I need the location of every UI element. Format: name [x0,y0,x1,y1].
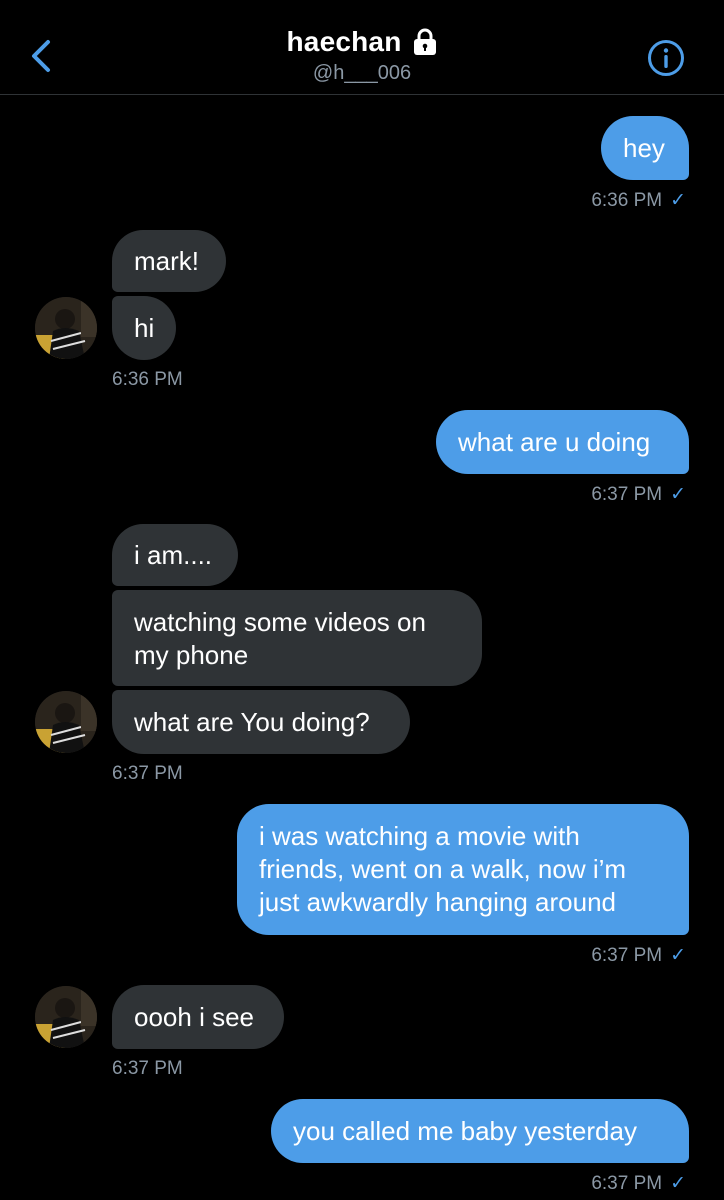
message-timestamp: 6:37 PM [112,1058,183,1079]
contact-handle: @h___006 [312,62,412,84]
conversation-title-block[interactable]: haechan @h___006 [0,26,724,85]
message-text: mark! [134,246,199,276]
info-icon [648,40,684,76]
contact-name: haechan [286,26,402,57]
message-timestamp: 6:37 PM ✓ [591,1173,686,1194]
sent-check-icon: ✓ [670,484,686,505]
contact-avatar[interactable] [35,297,97,359]
message-timestamp: 6:37 PM ✓ [591,484,686,505]
sent-check-icon: ✓ [670,945,686,966]
incoming-message[interactable]: hi [112,296,176,360]
incoming-message[interactable]: watching some videos on my phone [112,590,482,686]
contact-avatar[interactable] [35,986,97,1048]
info-button[interactable] [647,39,685,77]
message-text: what are u doing [458,427,651,457]
avatar-image [35,297,97,359]
conversation-header: haechan @h___006 [0,0,724,95]
message-timestamp: 6:37 PM ✓ [591,945,686,966]
message-text: i am.... [134,540,213,570]
sent-check-icon: ✓ [670,190,686,211]
message-timestamp: 6:36 PM [112,369,183,390]
message-text: hi [134,313,155,343]
message-text: i was watching a movie with friends, wen… [259,821,627,917]
incoming-message[interactable]: what are You doing? [112,690,410,754]
avatar-image [35,691,97,753]
avatar-image [35,986,97,1048]
message-timestamp: 6:37 PM [112,763,183,784]
incoming-message[interactable]: i am.... [112,524,238,586]
message-text: hey [623,133,665,163]
message-text: you called me baby yesterday [293,1116,637,1146]
message-timestamp: 6:36 PM ✓ [591,190,686,211]
message-text: oooh i see [134,1002,254,1032]
outgoing-message[interactable]: you called me baby yesterday [271,1099,689,1163]
outgoing-message[interactable]: what are u doing [436,410,689,474]
outgoing-message[interactable]: hey [601,116,689,180]
outgoing-message[interactable]: i was watching a movie with friends, wen… [237,804,689,935]
message-text: watching some videos on my phone [134,607,426,670]
contact-avatar[interactable] [35,691,97,753]
message-text: what are You doing? [134,707,370,737]
incoming-message[interactable]: mark! [112,230,226,292]
incoming-message[interactable]: oooh i see [112,985,284,1049]
lock-icon [413,28,436,55]
sent-check-icon: ✓ [670,1173,686,1194]
